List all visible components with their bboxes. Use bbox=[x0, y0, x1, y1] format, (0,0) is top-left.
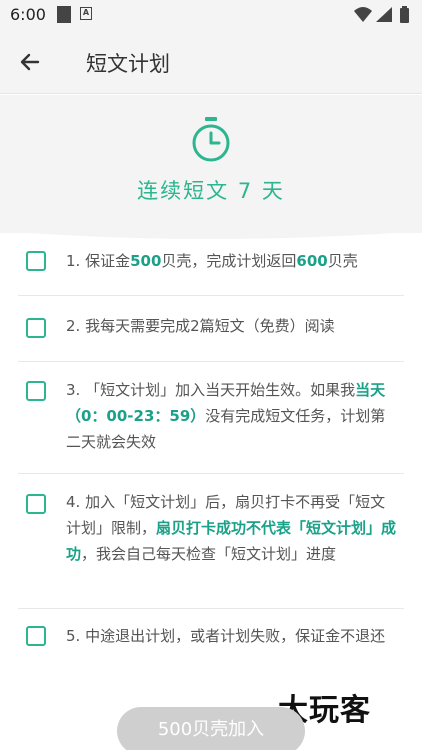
rule-text-segment: 3. 「短文计划」加入当天开始生效。如果我 bbox=[66, 381, 356, 399]
app-bar: 短文计划 bbox=[0, 30, 422, 94]
rule-item[interactable]: 4. 加入「短文计划」后，扇贝打卡不再受「短文计划」限制，扇贝打卡成功不代表「短… bbox=[18, 474, 404, 609]
a-badge-icon: A bbox=[80, 7, 92, 20]
rule-text: 1. 保证金500贝壳，完成计划返回600贝壳 bbox=[66, 248, 398, 274]
rule-text-segment: 5. 中途退出计划，或者计划失败，保证金不退还 bbox=[66, 627, 386, 645]
rule-checkbox[interactable] bbox=[26, 381, 46, 401]
back-button[interactable] bbox=[16, 48, 44, 76]
signal-icon bbox=[376, 7, 392, 22]
rule-text-segment: 1. 保证金 bbox=[66, 252, 131, 270]
rule-text-segment: ，我会自己每天检查「短文计划」进度 bbox=[81, 545, 337, 563]
rule-item[interactable]: 5. 中途退出计划，或者计划失败，保证金不退还 bbox=[18, 609, 404, 693]
status-icons bbox=[352, 5, 412, 29]
rule-highlight: 500 bbox=[130, 252, 162, 270]
hero-title: 连续短文 7 天 bbox=[137, 179, 285, 203]
wifi-icon bbox=[354, 7, 372, 22]
rule-checkbox[interactable] bbox=[26, 251, 46, 271]
notification-square-icon bbox=[57, 6, 71, 23]
rule-item[interactable]: 1. 保证金500贝壳，完成计划返回600贝壳 bbox=[18, 232, 404, 296]
rule-text: 3. 「短文计划」加入当天开始生效。如果我当天（0：00-23：59）没有完成短… bbox=[66, 377, 398, 455]
join-button[interactable]: 500贝壳加入 bbox=[117, 707, 305, 750]
rule-text-segment: 贝壳，完成计划返回 bbox=[161, 252, 297, 270]
rule-text: 4. 加入「短文计划」后，扇贝打卡不再受「短文计划」限制，扇贝打卡成功不代表「短… bbox=[66, 489, 398, 567]
rule-checkbox[interactable] bbox=[26, 494, 46, 514]
rule-item[interactable]: 3. 「短文计划」加入当天开始生效。如果我当天（0：00-23：59）没有完成短… bbox=[18, 362, 404, 474]
hero-section: 连续短文 7 天 bbox=[0, 95, 422, 233]
rule-text-segment: 2. 我每天需要完成2篇短文（免费）阅读 bbox=[66, 317, 335, 335]
back-arrow-icon bbox=[20, 53, 40, 71]
timer-icon bbox=[188, 115, 234, 169]
rule-text: 2. 我每天需要完成2篇短文（免费）阅读 bbox=[66, 313, 398, 339]
rule-checkbox[interactable] bbox=[26, 626, 46, 646]
status-bar: 6:00 A bbox=[0, 0, 422, 30]
page-title: 短文计划 bbox=[86, 52, 170, 76]
battery-icon bbox=[400, 6, 409, 23]
rule-text: 5. 中途退出计划，或者计划失败，保证金不退还 bbox=[66, 623, 398, 649]
rule-highlight: 600 bbox=[296, 252, 328, 270]
rule-item[interactable]: 2. 我每天需要完成2篇短文（免费）阅读 bbox=[18, 296, 404, 362]
status-time: 6:00 bbox=[10, 5, 46, 24]
rule-checkbox[interactable] bbox=[26, 318, 46, 338]
rule-text-segment: 贝壳 bbox=[327, 252, 358, 270]
